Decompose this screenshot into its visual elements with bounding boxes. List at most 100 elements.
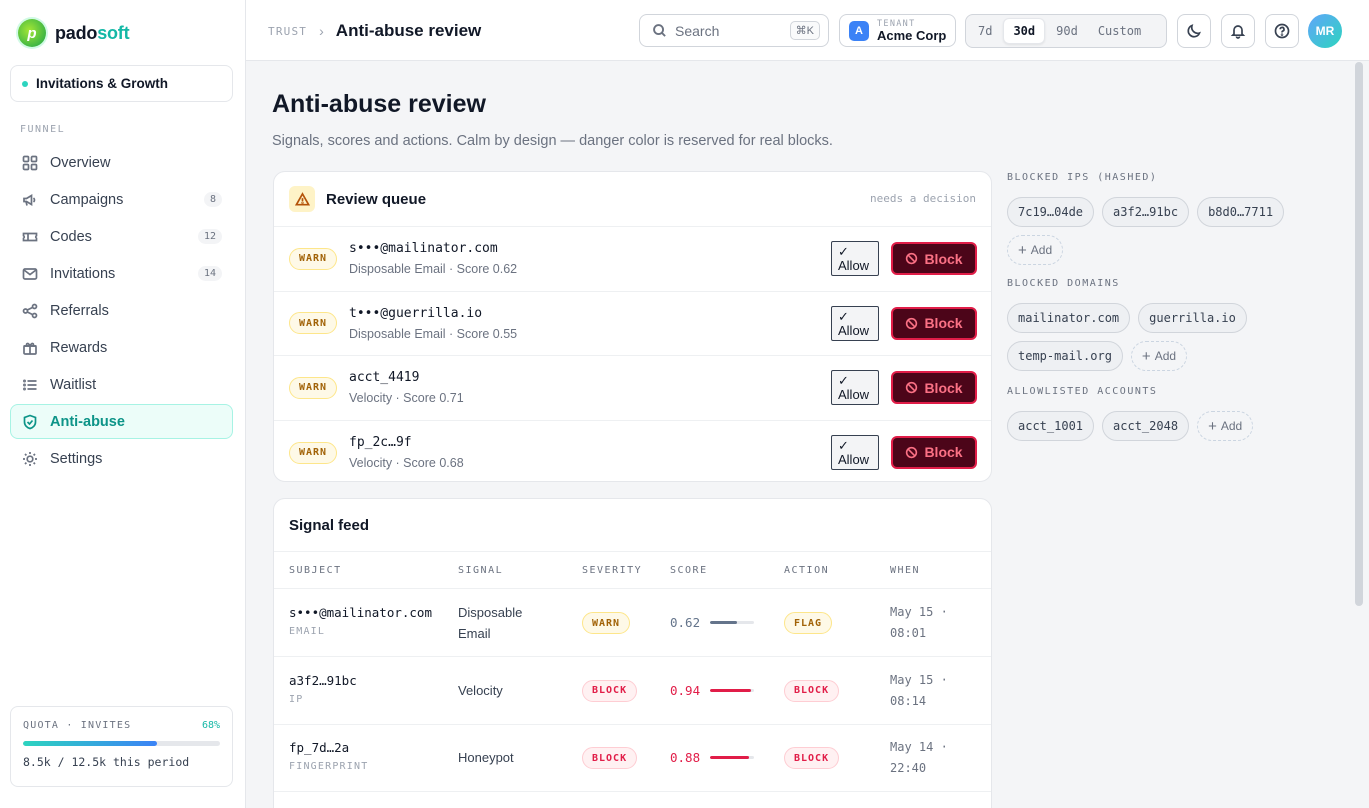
blocked-domain-chip[interactable]: temp-mail.org [1007, 341, 1123, 371]
blocked-ip-chip[interactable]: b8d0…7711 [1197, 197, 1285, 227]
sidebar-item-rewards[interactable]: Rewards [10, 330, 233, 365]
page-scrollbar[interactable] [1355, 62, 1363, 606]
tenant-label: TENANT [877, 18, 916, 29]
table-row[interactable]: fp_7d…2a FINGERPRINT Honeypot BLOCK 0.88… [274, 725, 991, 792]
tenant-switcher[interactable]: A TENANT Acme Corp [839, 14, 956, 47]
range-option-7d[interactable]: 7d [969, 18, 1001, 44]
review-queue-row: WARN s•••@mailinator.com Disposable Emai… [274, 227, 991, 292]
count-badge: 14 [197, 266, 222, 281]
column-header-signal[interactable]: SIGNAL [458, 565, 503, 576]
action-badge: BLOCK [784, 747, 840, 769]
sidebar-item-codes[interactable]: Codes 12 [10, 219, 233, 254]
column-header-severity[interactable]: SEVERITY [582, 565, 642, 576]
allow-button[interactable]: ✓ Allow [831, 305, 879, 341]
sun-icon [23, 451, 37, 466]
user-avatar[interactable]: MR [1308, 14, 1342, 48]
sidebar-item-anti-abuse[interactable]: Anti-abuse [10, 404, 233, 439]
row-score: 0.88 [670, 750, 701, 765]
row-signal: Velocity [458, 682, 503, 698]
help-button[interactable] [1265, 14, 1299, 48]
allow-button[interactable]: ✓ Allow [831, 370, 879, 405]
sidebar-item-label: Waitlist [50, 376, 97, 393]
review-meta: Velocity · Score 0.71 [349, 391, 464, 405]
score-bar [710, 756, 755, 759]
table-row[interactable]: a3f2…91bc IP Velocity BLOCK 0.94 BLOCK M… [274, 658, 991, 725]
range-option-30d[interactable]: 30d [1003, 18, 1046, 44]
allow-button[interactable]: ✓ Allow [831, 434, 879, 470]
sidebar-item-waitlist[interactable]: Waitlist [10, 367, 233, 402]
tenant-name: Acme Corp [877, 27, 947, 43]
row-signal-cont: Email [458, 626, 491, 641]
page-subtitle: Signals, scores and actions. Calm by des… [272, 133, 833, 149]
allowlisted-label: ALLOWLISTED ACCOUNTS [1007, 386, 1158, 397]
score-bar [710, 621, 755, 624]
theme-toggle-button[interactable] [1177, 14, 1211, 48]
add-chip-button[interactable]: + Add [1130, 341, 1188, 371]
blocked-ip-chip[interactable]: a3f2…91bc [1102, 197, 1190, 227]
score-bar-fill [710, 756, 749, 759]
range-option-custom[interactable]: Custom [1089, 18, 1150, 44]
ban-icon [906, 446, 918, 458]
block-button[interactable]: Block [891, 371, 977, 404]
severity-badge: BLOCK [582, 679, 638, 702]
sidebar: p padosoft Invitations & Growth FUNNEL O… [0, 0, 246, 808]
add-chip-button[interactable]: + Add [1007, 235, 1064, 265]
plus-icon: + [1208, 417, 1217, 435]
workspace-switcher[interactable]: Invitations & Growth [10, 65, 233, 102]
megaphone-icon [23, 193, 36, 206]
row-subject-type: EMAIL [289, 626, 326, 637]
sidebar-item-campaigns[interactable]: Campaigns 8 [10, 182, 233, 217]
review-meta: Velocity · Score 0.68 [349, 455, 464, 470]
allowlisted-accounts-list: acct_1001 acct_2048 + Add [1007, 411, 1307, 441]
action-badge: FLAG [784, 612, 833, 634]
column-header-action[interactable]: ACTION [784, 565, 829, 576]
column-header-when[interactable]: WHEN [890, 565, 920, 576]
allow-button[interactable]: ✓ Allow [831, 241, 879, 276]
count-badge: 12 [197, 229, 222, 244]
quota-usage-text: 8.5k / 12.5k this period [23, 755, 190, 769]
allowlisted-account-chip[interactable]: acct_2048 [1102, 411, 1190, 441]
range-option-90d[interactable]: 90d [1047, 18, 1087, 44]
row-when-time: 22:40 [890, 761, 927, 775]
score-bar-fill [710, 621, 738, 624]
mail-icon [22, 267, 38, 280]
topbar: TRUST › Anti-abuse review Search ⌘K A TE… [246, 0, 1369, 61]
review-subject: fp_2c…9f [349, 434, 412, 450]
list-icon [23, 379, 37, 390]
ticket-icon [22, 232, 38, 241]
row-signal: Disposable [458, 605, 523, 620]
review-queue-row: WARN t•••@guerrilla.io Disposable Email … [274, 292, 991, 356]
block-button[interactable]: Block [891, 306, 977, 340]
block-button[interactable]: Block [891, 435, 977, 469]
check-icon: ✓ [838, 437, 849, 453]
breadcrumb-parent[interactable]: TRUST [268, 25, 307, 38]
sidebar-item-referrals[interactable]: Referrals [10, 293, 233, 328]
block-button[interactable]: Block [891, 242, 977, 275]
nav-section-label: FUNNEL [20, 124, 66, 135]
column-header-subject[interactable]: SUBJECT [289, 565, 342, 576]
blocked-domain-chip[interactable]: mailinator.com [1007, 303, 1131, 333]
row-score: 0.94 [670, 682, 701, 698]
search-input[interactable]: Search ⌘K [639, 14, 829, 47]
table-row[interactable]: s•••@mailinator.com EMAIL Disposable Ema… [274, 590, 991, 657]
column-header-score[interactable]: SCORE [670, 565, 708, 576]
review-queue-row: WARN acct_4419 Velocity · Score 0.71 ✓ Al… [274, 356, 991, 421]
signal-feed-card: Signal feed SUBJECT SIGNAL SEVERITY SCOR… [273, 498, 992, 808]
sidebar-item-settings[interactable]: Settings [10, 441, 233, 476]
status-dot [22, 80, 28, 87]
sidebar-item-label: Referrals [50, 302, 109, 319]
brand-logo[interactable]: p padosoft [18, 19, 130, 47]
add-label: Add [1220, 419, 1243, 433]
sidebar-item-invitations[interactable]: Invitations 14 [10, 256, 233, 291]
add-chip-button[interactable]: + Add [1197, 411, 1254, 441]
sidebar-item-overview[interactable]: Overview [10, 145, 233, 180]
blocked-ip-chip[interactable]: 7c19…04de [1007, 197, 1095, 227]
allowlisted-account-chip[interactable]: acct_1001 [1007, 411, 1095, 441]
allow-label: Allow [838, 451, 870, 467]
block-label: Block [924, 315, 963, 331]
allow-label: Allow [838, 387, 870, 402]
notifications-button[interactable] [1221, 14, 1255, 48]
sidebar-item-label: Invitations [50, 265, 116, 282]
severity-badge: WARN [289, 247, 338, 270]
blocked-domain-chip[interactable]: guerrilla.io [1138, 303, 1247, 333]
